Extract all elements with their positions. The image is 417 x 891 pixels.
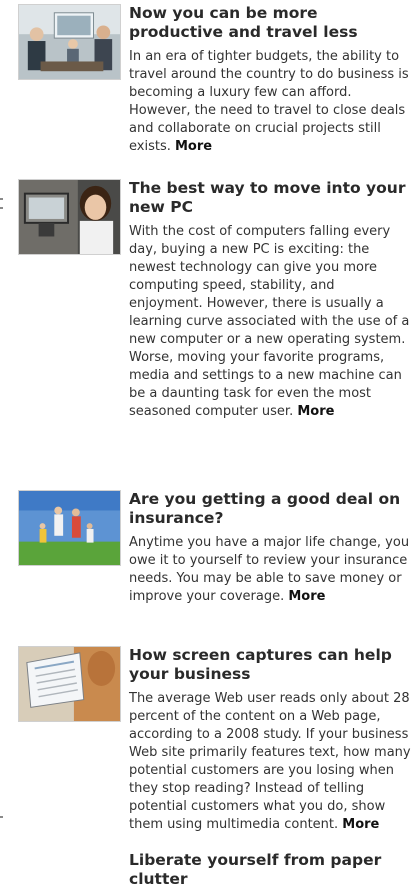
article-body: In an era of tighter budgets, the abilit… bbox=[129, 48, 411, 156]
article-body-text: The average Web user reads only about 28… bbox=[129, 691, 411, 832]
more-link[interactable]: More bbox=[175, 139, 212, 154]
article-text: How screen captures can help your busine… bbox=[129, 646, 411, 834]
article-body-text: With the cost of computers falling every… bbox=[129, 224, 410, 419]
family-in-field-photo-icon[interactable] bbox=[18, 490, 121, 566]
edge-mark bbox=[0, 198, 3, 200]
article-title[interactable]: Now you can be more productive and trave… bbox=[129, 4, 411, 42]
article-body: With the cost of computers falling every… bbox=[129, 223, 411, 421]
woman-with-computer-photo-icon[interactable] bbox=[18, 179, 121, 255]
article-title[interactable]: How screen captures can help your busine… bbox=[129, 646, 411, 684]
article-body-text: In an era of tighter budgets, the abilit… bbox=[129, 49, 409, 154]
article-title[interactable]: The best way to move into your new PC bbox=[129, 179, 411, 217]
edge-mark bbox=[0, 816, 3, 818]
edge-mark bbox=[0, 207, 3, 209]
more-link[interactable]: More bbox=[342, 817, 379, 832]
article-text: Liberate yourself from paper clutter bbox=[129, 851, 411, 889]
article-title[interactable]: Liberate yourself from paper clutter bbox=[129, 851, 411, 889]
more-link[interactable]: More bbox=[288, 589, 325, 604]
article-title[interactable]: Are you getting a good deal on insurance… bbox=[129, 490, 411, 528]
article-text: Now you can be more productive and trave… bbox=[129, 4, 411, 156]
article-text: The best way to move into your new PC Wi… bbox=[129, 179, 411, 421]
article-body-text: Anytime you have a major life change, yo… bbox=[129, 535, 410, 604]
more-link[interactable]: More bbox=[297, 404, 334, 419]
article-body: The average Web user reads only about 28… bbox=[129, 690, 411, 834]
screen-capture-photo-icon[interactable] bbox=[18, 646, 121, 722]
article-text: Are you getting a good deal on insurance… bbox=[129, 490, 411, 606]
video-conference-photo-icon[interactable] bbox=[18, 4, 121, 80]
article-body: Anytime you have a major life change, yo… bbox=[129, 534, 411, 606]
